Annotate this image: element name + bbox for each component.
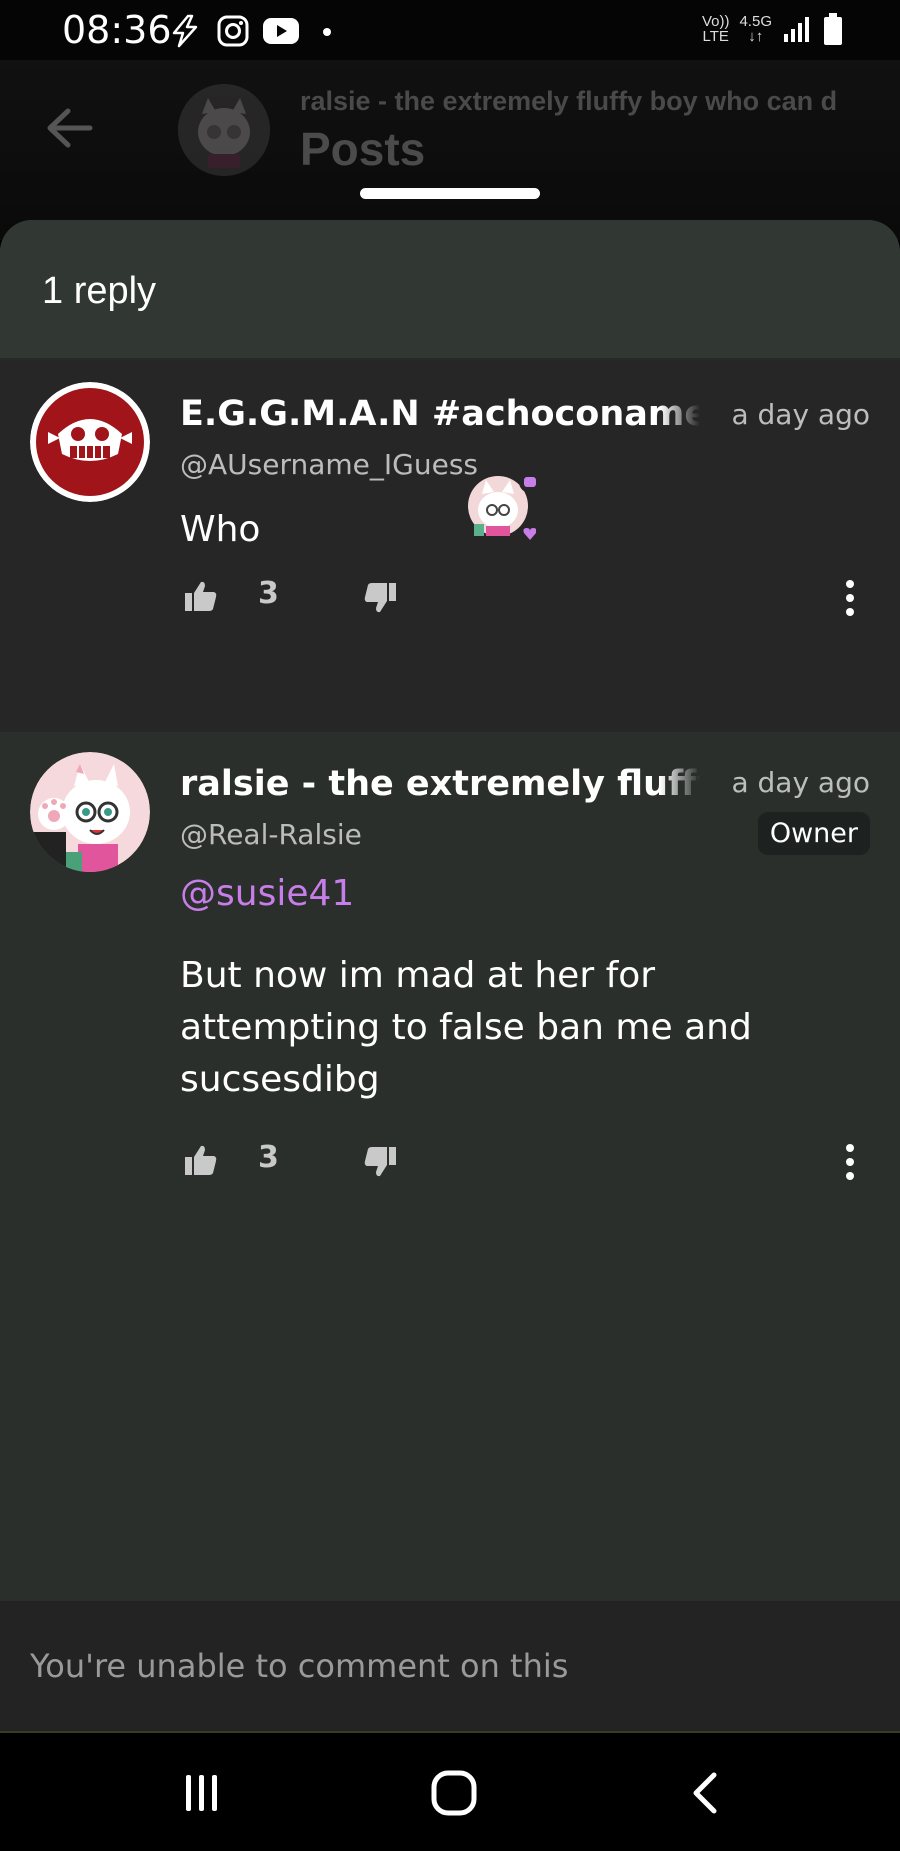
sheet-drag-handle[interactable] [360,188,540,199]
owner-badge: Owner [757,812,870,855]
nav-back-icon [693,1772,717,1814]
header-subtitle: ralsie - the extremely fluffy boy who ca… [300,86,838,116]
replies-sheet: 1 reply E.G.G.M.A.N #achoconameigu a day… [0,220,900,1733]
comment-time: a day ago [731,398,870,431]
back-button[interactable] [666,1765,746,1821]
comment-text: But now im mad at her for attempting to … [180,955,752,1100]
battery-icon [824,13,842,45]
more-vert-icon[interactable] [840,1142,860,1182]
recents-button[interactable] [162,1765,242,1821]
comment: E.G.G.M.A.N #achoconameigu a day ago @AU… [0,360,900,732]
comment-handle[interactable]: @AUsername_IGuess [180,448,478,481]
speed-label-top: 4.5G [739,13,772,30]
data-speed-indicator: 4.5G ↓↑ [739,14,772,44]
home-icon [431,1770,477,1816]
like-count: 3 [258,576,279,611]
like-count: 3 [258,1140,279,1175]
system-nav-bar [0,1735,900,1851]
reply-count: 1 reply [42,270,157,312]
notification-dot-icon [323,28,331,36]
thumbs-up-icon[interactable] [183,1142,219,1178]
status-bar: 08:36 Vo)) LTE 4.5G ↓↑ [0,0,900,60]
comment: ralsie - the extremely fluffy b a day ag… [0,732,900,1352]
signal-icon [784,17,809,42]
comment-disabled-notice: You're unable to comment on this [30,1647,569,1685]
comment-handle[interactable]: @Real-Ralsie [180,818,362,851]
network-label-bottom: LTE [702,28,729,45]
page-title: Posts [300,123,426,175]
lightning-icon [172,14,198,48]
avatar[interactable] [30,752,150,872]
recents-icon [186,1775,217,1811]
home-button[interactable] [414,1765,494,1821]
creator-heart-badge [464,470,541,545]
mention-link[interactable]: @susie41 [180,868,860,920]
comment-time: a day ago [731,766,870,799]
page-header: ralsie - the extremely fluffy boy who ca… [0,60,900,240]
community-avatar [178,84,270,176]
comment-disabled-bar: You're unable to comment on this [0,1601,900,1733]
youtube-icon [263,18,299,44]
network-indicator: Vo)) LTE [702,14,730,44]
instagram-icon [217,15,249,47]
status-time: 08:36 [62,8,172,52]
thumbs-down-icon[interactable] [362,1144,398,1180]
thumbs-up-icon[interactable] [183,578,219,614]
network-label-top: Vo)) [701,13,730,30]
comment-author[interactable]: E.G.G.M.A.N #achoconameigu [180,394,700,434]
avatar[interactable] [30,382,150,502]
speed-label-bottom: ↓↑ [748,28,764,45]
sheet-header: 1 reply [0,220,900,360]
more-vert-icon[interactable] [840,578,860,618]
thumbs-down-icon[interactable] [362,580,398,616]
comment-author[interactable]: ralsie - the extremely fluffy b [180,764,700,804]
back-arrow-icon[interactable] [44,106,94,150]
